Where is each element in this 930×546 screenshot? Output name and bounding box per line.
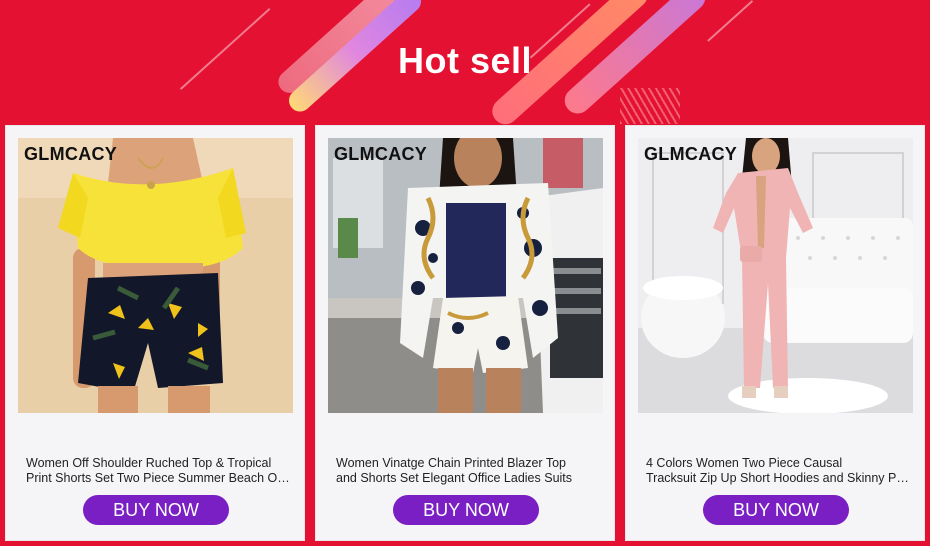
hot-sell-banner: Hot sell [0, 0, 930, 125]
brand-logo: GLMCACY [644, 144, 738, 164]
brand-logo: GLMCACY [24, 144, 118, 164]
product-title[interactable]: Women Off Shoulder Ruched Top & Tropical… [26, 456, 290, 486]
decor-hatch [620, 88, 680, 124]
buy-now-button[interactable]: BUY NOW [83, 495, 229, 525]
product-title-line: and Shorts Set Elegant Office Ladies Sui… [336, 471, 573, 485]
product-card[interactable]: GLMCACY Women Off Shoulder Ruched Top & … [5, 125, 305, 541]
product-title-line: Print Shorts Set Two Piece Summer Beach … [26, 471, 290, 485]
product-card[interactable]: GLMCACY Women Vinatge Chain Printed Blaz… [315, 125, 615, 541]
product-title-line: Women Off Shoulder Ruched Top & Tropical [26, 456, 272, 470]
brand-logo: GLMCACY [334, 144, 428, 164]
product-image[interactable]: GLMCACY [328, 138, 603, 413]
product-title-line: Tracksuit Zip Up Short Hoodies and Skinn… [646, 471, 910, 485]
product-card[interactable]: GLMCACY 4 Colors Women Two Piece Causal … [625, 125, 925, 541]
decor-line [707, 0, 753, 42]
section-title: Hot sell [397, 40, 533, 81]
buy-now-button[interactable]: BUY NOW [703, 495, 849, 525]
product-title-line: 4 Colors Women Two Piece Causal [646, 456, 843, 470]
buy-now-button[interactable]: BUY NOW [393, 495, 539, 525]
product-image[interactable]: GLMCACY [18, 138, 293, 413]
product-title[interactable]: 4 Colors Women Two Piece Causal Tracksui… [646, 456, 910, 486]
product-title-line: Women Vinatge Chain Printed Blazer Top [336, 456, 566, 470]
product-title[interactable]: Women Vinatge Chain Printed Blazer Top a… [336, 456, 600, 486]
product-image[interactable]: GLMCACY [638, 138, 913, 413]
